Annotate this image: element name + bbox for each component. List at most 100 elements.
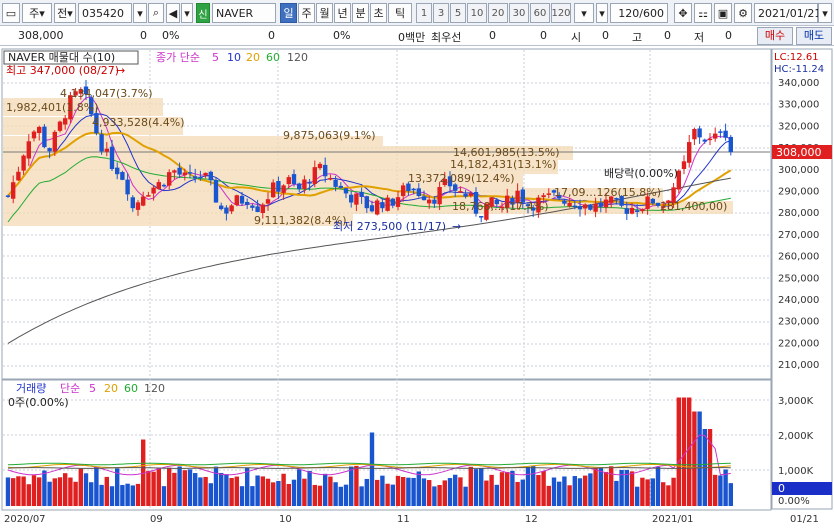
candle-body	[354, 193, 359, 205]
candle-body	[624, 208, 629, 214]
period-tab-month[interactable]: 월	[316, 3, 333, 23]
period-tab-week[interactable]: 주	[298, 3, 315, 23]
volume-bar	[645, 479, 650, 506]
vp-label-8: 17,09…126(15.8%)	[554, 186, 661, 199]
speaker-dropdown-icon[interactable]: ▾	[181, 3, 193, 23]
save-icon[interactable]: ▣	[714, 3, 732, 23]
volume-bar	[125, 483, 130, 506]
volume-bar	[390, 484, 395, 506]
stock-name-field[interactable]: NAVER	[212, 3, 276, 23]
vp-label-2: 4,134,047(3.7%)	[60, 87, 153, 100]
vol-tick-2000k: 2,000K	[778, 431, 814, 442]
x-axis-labels: 2020/07 09 10 11 12 2021/01 01/21	[4, 514, 819, 525]
volume-bar	[671, 477, 676, 506]
volume-bar	[182, 470, 187, 506]
interval-30[interactable]: 30	[509, 3, 529, 23]
candle-body	[239, 195, 245, 204]
open-value: 0	[602, 29, 609, 42]
vol-ma-120-label: 120	[144, 382, 165, 395]
candle-body	[411, 188, 416, 191]
indicator-icon[interactable]: ⚏	[694, 3, 712, 23]
price-y-tick: 270,000	[778, 230, 819, 241]
type-select-value: 전	[57, 7, 68, 20]
vol-ma-5-label: 5	[89, 382, 96, 395]
interval-1[interactable]: 1	[416, 3, 432, 23]
low-label: 저	[694, 31, 705, 44]
type-select[interactable]: 전 ▾	[54, 3, 76, 23]
period-tab-day[interactable]: 일	[280, 3, 297, 23]
x-label-2020-07: 2020/07	[4, 514, 46, 525]
open-label: 시	[571, 31, 582, 44]
volume-bar	[655, 466, 661, 506]
count-field[interactable]: 120/600	[610, 3, 668, 23]
candle-body	[312, 167, 317, 184]
interval-20[interactable]: 20	[488, 3, 508, 23]
volume-bar	[177, 466, 182, 506]
candle-body	[11, 182, 16, 199]
bid-qty: 0	[489, 29, 496, 42]
volume-bar	[208, 483, 213, 506]
candle-body	[588, 204, 593, 210]
interval-10[interactable]: 10	[467, 3, 487, 23]
candle-body	[167, 172, 172, 186]
interval-3[interactable]: 3	[433, 3, 449, 23]
candle-body	[349, 194, 354, 203]
volume-bar	[338, 486, 343, 506]
candle-body	[250, 205, 255, 208]
period-tab-year[interactable]: 년	[334, 3, 351, 23]
volume-bar	[130, 485, 135, 506]
candle-body	[213, 180, 219, 203]
date-field[interactable]: 2021/01/21	[754, 3, 821, 23]
sell-button[interactable]: 매도	[796, 27, 832, 45]
candle-body	[5, 195, 11, 197]
x-label-2021-01: 2021/01	[652, 514, 694, 525]
volume-bar	[234, 476, 239, 506]
volume-bar	[167, 467, 172, 506]
candle-body	[52, 131, 57, 152]
volume-bar	[224, 474, 229, 506]
period-tab-second[interactable]: 초	[370, 3, 387, 23]
dividend-label: 배당락(0.00%)	[604, 167, 678, 180]
volume-bar	[156, 468, 161, 506]
buy-button[interactable]: 매수	[757, 27, 793, 45]
interval-120[interactable]: 120	[551, 3, 571, 23]
volume-bar	[406, 477, 411, 506]
market-select[interactable]: 주 ▾	[22, 3, 52, 23]
crosshair-icon[interactable]: ✥	[674, 3, 692, 23]
speaker-icon[interactable]: ◀	[166, 3, 180, 23]
period-tab-tick[interactable]: 틱	[388, 3, 412, 23]
settings-icon[interactable]: ⚙	[734, 3, 752, 23]
calendar-icon[interactable]: ▾	[818, 3, 832, 23]
candle-body	[692, 128, 697, 140]
candle-body	[47, 148, 52, 152]
code-dropdown-icon[interactable]: ▾	[133, 3, 147, 23]
candle-body	[297, 183, 302, 190]
volume-bar	[291, 479, 297, 506]
ma-120-label: 120	[287, 51, 308, 64]
interval-5[interactable]: 5	[450, 3, 466, 23]
volume-value-label: 0주(0.00%)	[8, 396, 69, 409]
chart-type-icon[interactable]: ▭	[2, 3, 20, 23]
volume-bar	[250, 486, 255, 506]
amount-label: 0백만	[398, 31, 426, 44]
candle-body	[229, 205, 234, 212]
interval-dropdown-icon[interactable]: ▾	[574, 3, 594, 23]
candle-body	[302, 179, 307, 189]
candle-body	[125, 179, 130, 195]
code-input[interactable]: 035420	[78, 3, 132, 23]
search-icon[interactable]: ⌕	[148, 3, 164, 23]
stock-chart[interactable]: NAVER 매물대 수(10) 종가 단순 5 10 20 60 120 최고 …	[0, 47, 834, 527]
candle-body	[281, 185, 286, 193]
volume-bar	[68, 477, 73, 506]
interval-60[interactable]: 60	[530, 3, 550, 23]
candle-body	[135, 202, 141, 210]
v1-value: 0	[268, 29, 275, 42]
candle-body	[718, 131, 723, 133]
candle-body	[208, 171, 213, 181]
ask-qty: 0	[540, 29, 547, 42]
volume-bar	[187, 469, 193, 506]
volume-bar	[364, 478, 369, 506]
period-tab-minute[interactable]: 분	[352, 3, 369, 23]
count-dropdown-icon[interactable]: ▾	[596, 3, 608, 23]
volume-bar	[484, 480, 489, 506]
